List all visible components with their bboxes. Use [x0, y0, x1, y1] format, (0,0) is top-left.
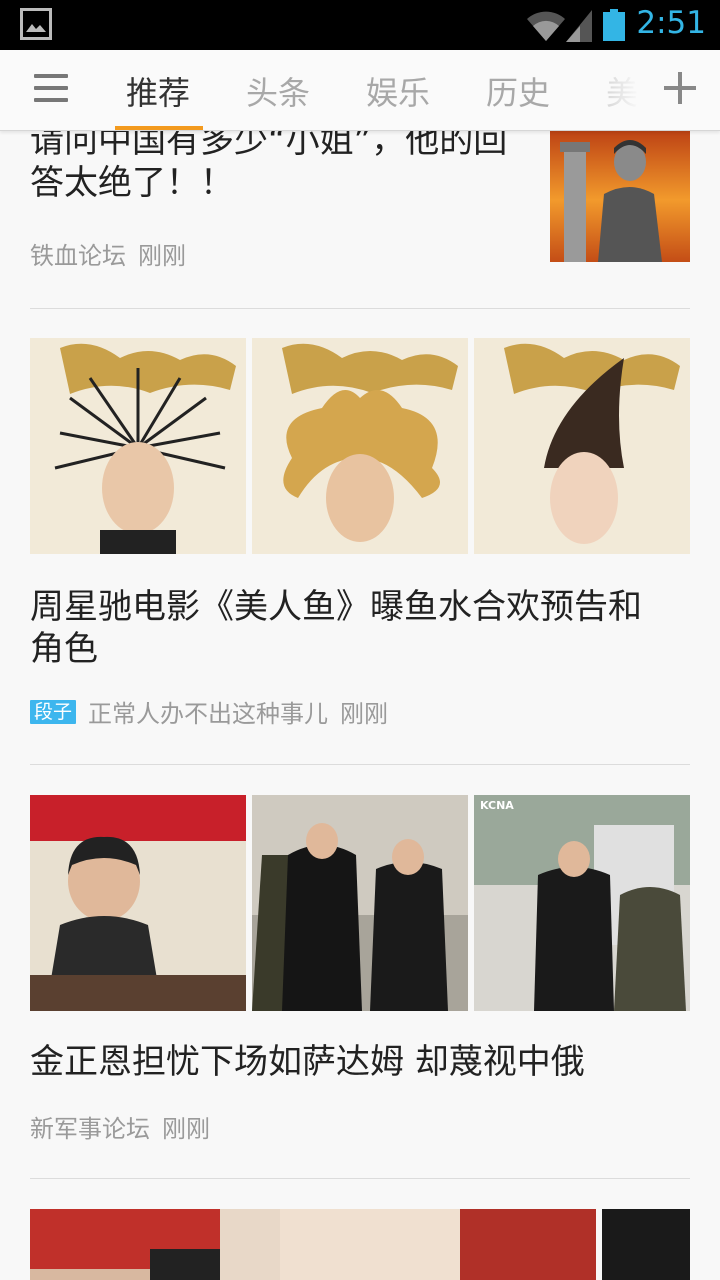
article-thumbnail[interactable] [252, 795, 468, 1011]
time-label: 刚刚 [138, 242, 186, 270]
title-line: 金正恩担忧下场如萨达姆 却蔑视中俄 [30, 1042, 585, 1082]
article-meta: 新军事论坛 刚刚 [30, 1109, 210, 1144]
title-line: 角色 [30, 629, 98, 669]
title-line: 答太绝了！！ [30, 163, 234, 203]
active-tab-indicator [115, 126, 203, 130]
article-title: 金正恩担忧下场如萨达姆 却蔑视中俄 [30, 1041, 585, 1083]
time-label: 刚刚 [340, 700, 389, 728]
news-item[interactable]: 请问中国有多少“小姐”，他的回 答太绝了！！ 铁血论坛 刚刚 [30, 120, 690, 272]
article-thumbnail[interactable] [30, 1209, 596, 1280]
battery-icon [603, 9, 625, 41]
news-feed[interactable]: 请问中国有多少“小姐”，他的回 答太绝了！！ 铁血论坛 刚刚 周星驰电影《美人鱼… [0, 50, 720, 1280]
article-thumbnail[interactable]: KCNA [474, 795, 690, 1011]
article-thumbnail[interactable] [474, 338, 690, 554]
article-thumbnail[interactable] [30, 795, 246, 1011]
image-notification-icon [20, 8, 52, 40]
tab-history[interactable]: 历史 [486, 68, 550, 114]
news-item[interactable]: 周星驰电影《美人鱼》曝鱼水合欢预告和 角色 段子 正常人办不出这种事儿 刚刚 [30, 338, 690, 738]
source-label: 正常人办不出这种事儿 [88, 700, 329, 728]
status-bar: 2:51 [0, 0, 720, 50]
source-label: 新军事论坛 [30, 1115, 150, 1143]
divider [30, 764, 690, 765]
svg-text:KCNA: KCNA [480, 799, 514, 812]
wifi-icon [527, 11, 565, 41]
category-tag: 段子 [30, 699, 77, 724]
article-meta: 段子 正常人办不出这种事儿 刚刚 [30, 694, 388, 729]
divider [30, 308, 690, 309]
add-channel-icon[interactable] [662, 70, 698, 106]
title-line: 周星驰电影《美人鱼》曝鱼水合欢预告和 [30, 587, 642, 627]
tab-headlines[interactable]: 头条 [246, 68, 310, 114]
menu-icon[interactable] [34, 74, 68, 104]
article-meta: 铁血论坛 刚刚 [30, 236, 186, 271]
news-item[interactable]: KCNA 金正恩担忧下场如萨达姆 却蔑视中俄 新军事论坛 刚刚 [30, 795, 690, 1155]
tab-fade [560, 50, 660, 130]
article-thumbnail[interactable] [550, 124, 690, 262]
article-thumbnail[interactable] [252, 338, 468, 554]
article-title: 周星驰电影《美人鱼》曝鱼水合欢预告和 角色 [30, 586, 642, 670]
tab-recommend[interactable]: 推荐 [126, 68, 190, 114]
article-thumbnail[interactable] [30, 338, 246, 554]
time-label: 刚刚 [162, 1115, 210, 1143]
news-item[interactable] [30, 1209, 690, 1280]
signal-icon [566, 10, 592, 42]
channel-tab-bar: 推荐 头条 娱乐 历史 美 [0, 50, 720, 131]
divider [30, 1178, 690, 1179]
clock: 2:51 [636, 5, 706, 41]
source-label: 铁血论坛 [30, 242, 126, 270]
article-title: 请问中国有多少“小姐”，他的回 答太绝了！！ [30, 120, 530, 204]
tab-entertainment[interactable]: 娱乐 [366, 68, 430, 114]
article-thumbnail[interactable] [602, 1209, 690, 1280]
